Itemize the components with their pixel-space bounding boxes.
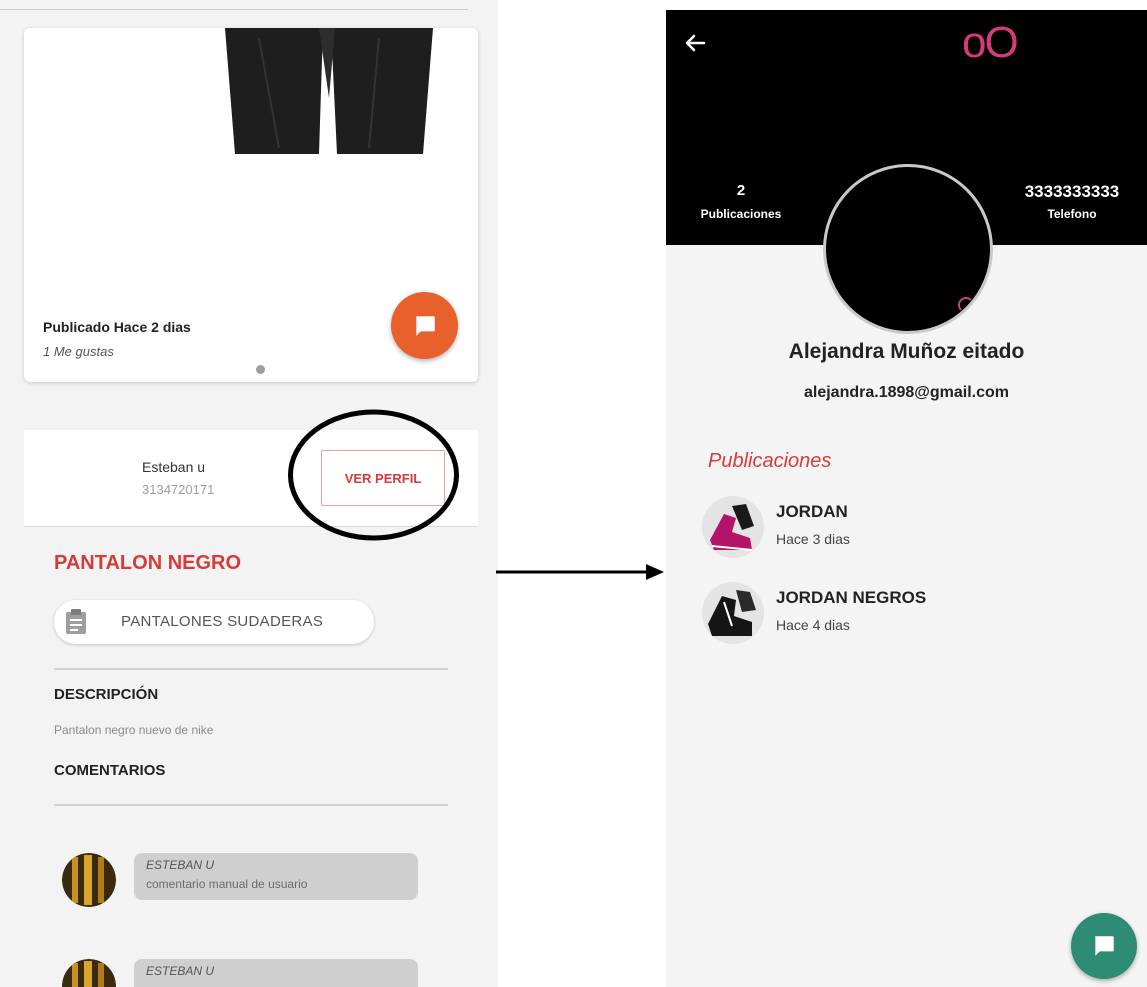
publication-thumbnail bbox=[702, 582, 764, 644]
phone-number: 3333333333 bbox=[1024, 182, 1120, 201]
publications-heading: Publicaciones bbox=[708, 450, 832, 472]
publications-label: Publicaciones bbox=[700, 207, 782, 221]
profile-name: Alejandra Muñoz eitado bbox=[788, 340, 1025, 363]
profile-avatar[interactable] bbox=[823, 164, 993, 334]
category-label: PANTALONES SUDADERAS bbox=[121, 613, 324, 630]
highlight-circle bbox=[288, 409, 459, 541]
product-card[interactable]: Publicado Hace 2 dias 1 Me gustas bbox=[24, 28, 478, 382]
seller-name: Esteban u bbox=[142, 459, 206, 475]
top-divider bbox=[0, 9, 468, 10]
comments-heading: COMENTARIOS bbox=[54, 762, 166, 779]
phone-label: Telefono bbox=[1047, 207, 1097, 221]
section-divider bbox=[54, 668, 448, 670]
publication-date: Hace 3 dias bbox=[776, 531, 850, 547]
avatar bbox=[62, 853, 116, 907]
publications-count: 2 bbox=[736, 182, 746, 199]
avatar bbox=[62, 959, 116, 987]
chat-bubble-icon bbox=[415, 315, 435, 336]
publication-title: JORDAN NEGROS bbox=[776, 588, 927, 607]
publication-thumbnail bbox=[702, 496, 764, 558]
publication-item[interactable]: JORDAN Hace 3 dias bbox=[702, 496, 1122, 564]
comment-author: ESTEBAN U bbox=[146, 858, 215, 872]
profile-screen: oO 2 Publicaciones 3333333333 Telefono A… bbox=[666, 10, 1147, 987]
comment-item: ESTEBAN U bbox=[62, 959, 422, 987]
carousel-indicator[interactable] bbox=[256, 365, 265, 374]
product-image[interactable] bbox=[219, 28, 439, 154]
description-text: Pantalon negro nuevo de nike bbox=[54, 723, 214, 737]
chat-bubble-icon bbox=[1095, 936, 1114, 956]
likes-count: 1 Me gustas bbox=[43, 344, 114, 359]
comment-text: comentario manual de usuario bbox=[146, 877, 308, 891]
publication-item[interactable]: JORDAN NEGROS Hace 4 dias bbox=[702, 582, 1122, 650]
description-heading: DESCRIPCIÓN bbox=[54, 686, 159, 703]
comment-author: ESTEBAN U bbox=[146, 964, 215, 978]
comment-item: ESTEBAN U comentario manual de usuario bbox=[62, 853, 422, 913]
chat-button[interactable] bbox=[1071, 913, 1137, 979]
comment-bubble: ESTEBAN U bbox=[134, 959, 418, 987]
flow-arrow bbox=[496, 564, 664, 580]
comment-bubble: ESTEBAN U comentario manual de usuario bbox=[134, 853, 418, 900]
profile-email: alejandra.1898@gmail.com bbox=[803, 384, 1010, 401]
chat-button[interactable] bbox=[391, 292, 458, 359]
arrow-left-icon[interactable] bbox=[684, 32, 706, 54]
product-detail-screen: Publicado Hace 2 dias 1 Me gustas Esteba… bbox=[0, 0, 498, 987]
category-chip[interactable]: PANTALONES SUDADERAS bbox=[54, 600, 374, 644]
section-divider bbox=[54, 804, 448, 806]
published-time: Publicado Hace 2 dias bbox=[43, 319, 191, 335]
product-title: PANTALON NEGRO bbox=[54, 552, 242, 574]
publication-date: Hace 4 dias bbox=[776, 617, 850, 633]
avatar-mark bbox=[958, 297, 974, 313]
clipboard-icon bbox=[66, 609, 86, 634]
seller-phone: 3134720171 bbox=[142, 482, 215, 497]
publication-title: JORDAN bbox=[776, 502, 848, 521]
brand-logo: oO bbox=[962, 18, 1019, 67]
